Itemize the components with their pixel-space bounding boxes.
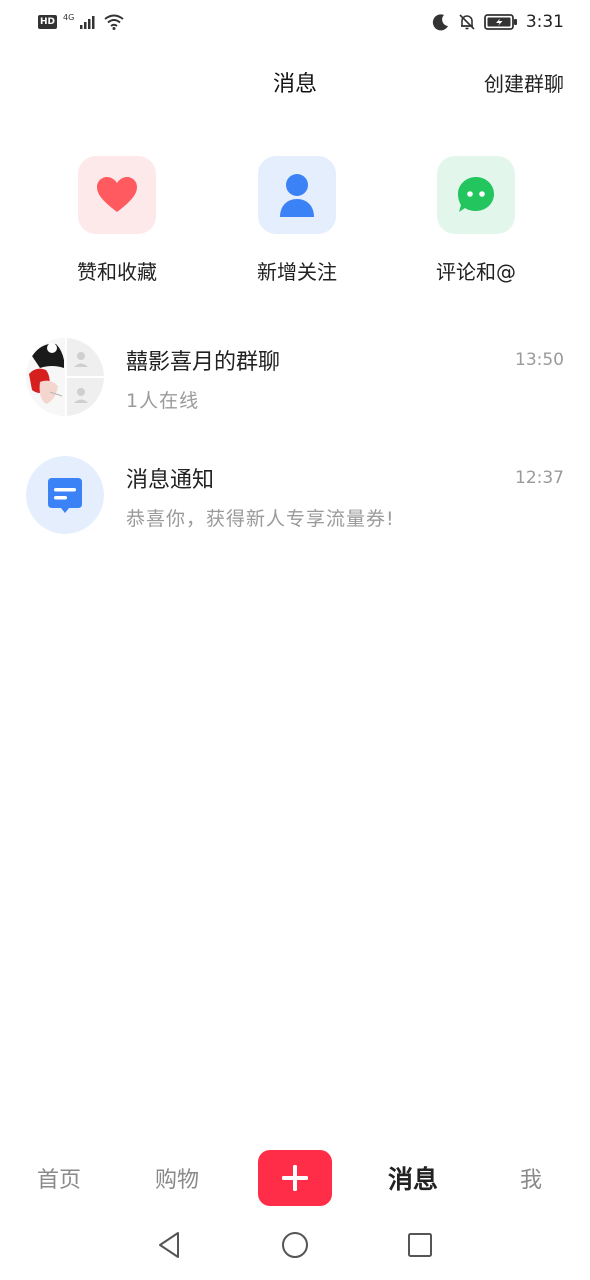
- hd-badge: HD: [38, 15, 58, 29]
- conversation-title: 囍影喜月的群聊: [126, 350, 281, 375]
- conversation-title: 消息通知: [126, 468, 215, 493]
- status-right: 3:31: [432, 12, 564, 32]
- status-bar: HD 4G 3:31: [0, 0, 590, 50]
- back-icon[interactable]: [156, 1230, 182, 1260]
- nav-home[interactable]: 首页: [14, 1162, 104, 1194]
- quick-action-label: 赞和收藏: [77, 260, 157, 284]
- status-left: HD 4G: [38, 12, 124, 30]
- conversation-subtitle: 1人在线: [126, 390, 200, 412]
- person-icon: [280, 174, 314, 217]
- chat-bubble-icon: [458, 177, 494, 212]
- cellular-signal-icon: [80, 16, 95, 29]
- bottom-nav: 首页 购物 消息 我: [0, 1140, 590, 1216]
- wifi-icon: [104, 14, 124, 30]
- heart-icon: [97, 177, 137, 212]
- nav-messages[interactable]: 消息: [368, 1160, 458, 1196]
- home-icon[interactable]: [281, 1230, 309, 1260]
- quick-action-follows[interactable]: 新增关注: [227, 156, 367, 285]
- quick-action-label: 新增关注: [257, 260, 337, 284]
- moon-icon: [432, 14, 448, 31]
- follows-tile[interactable]: [258, 156, 336, 234]
- conversation-time: 13:50: [515, 350, 564, 370]
- notification-icon: [26, 456, 104, 534]
- nav-shopping[interactable]: 购物: [132, 1162, 222, 1194]
- likes-tile[interactable]: [78, 156, 156, 234]
- quick-action-comments[interactable]: 评论和@: [406, 156, 546, 285]
- notification-avatar: [26, 456, 104, 534]
- battery-icon: [483, 14, 517, 30]
- plus-icon: [282, 1165, 308, 1191]
- conversation-notifications[interactable]: 消息通知 恭喜你，获得新人专享流量券! 12:37: [26, 456, 564, 536]
- bell-muted-icon: [459, 14, 475, 30]
- clock: 3:31: [525, 12, 564, 32]
- add-button[interactable]: [258, 1150, 332, 1206]
- conversation-group-chat[interactable]: 囍影喜月的群聊 1人在线 13:50: [26, 338, 564, 418]
- conversation-subtitle: 恭喜你，获得新人专享流量券!: [126, 508, 395, 530]
- quick-action-label: 评论和@: [436, 260, 516, 284]
- quick-action-likes[interactable]: 赞和收藏: [47, 156, 187, 285]
- recents-icon[interactable]: [407, 1230, 433, 1260]
- conversation-time: 12:37: [515, 468, 564, 488]
- create-group-button[interactable]: 创建群聊: [484, 68, 564, 97]
- nav-me[interactable]: 我: [486, 1162, 576, 1194]
- group-avatar: [26, 338, 104, 416]
- comments-tile[interactable]: [437, 156, 515, 234]
- network-type: 4G: [63, 12, 75, 22]
- system-nav-bar: [0, 1218, 590, 1280]
